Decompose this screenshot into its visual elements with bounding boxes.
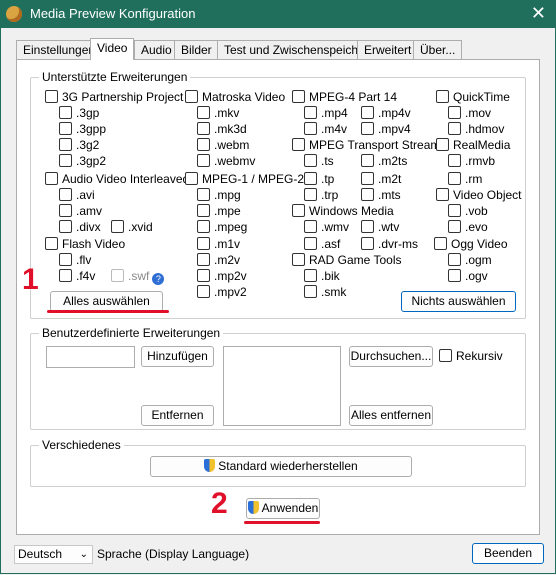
checkbox-matroska-group[interactable]: Matroska Video bbox=[185, 90, 285, 106]
checkbox-mp2v[interactable]: .mp2v bbox=[197, 269, 247, 285]
checkbox-ogv[interactable]: .ogv bbox=[448, 269, 488, 285]
language-label: Sprache (Display Language) bbox=[97, 547, 250, 561]
tab-ueber[interactable]: Über... bbox=[413, 40, 463, 59]
checkbox-hdmov[interactable]: .hdmov bbox=[448, 122, 504, 138]
checkbox-3gp-project[interactable]: 3G Partnership Project bbox=[45, 90, 183, 106]
restore-defaults-button[interactable]: Standard wiederherstellen bbox=[150, 456, 412, 477]
checkbox-3gpp[interactable]: .3gpp bbox=[59, 122, 106, 138]
checkbox-mts[interactable]: .mts bbox=[361, 188, 401, 204]
misc-title: Verschiedenes bbox=[39, 438, 124, 452]
remove-button[interactable]: Entfernen bbox=[141, 405, 214, 426]
checkbox-quicktime-group[interactable]: QuickTime bbox=[436, 90, 510, 106]
uac-shield-icon bbox=[204, 459, 216, 472]
checkbox-rmvb[interactable]: .rmvb bbox=[448, 154, 495, 170]
tab-test[interactable]: Test und Zwischenspeicher bbox=[217, 40, 376, 59]
checkbox-amv[interactable]: .amv bbox=[59, 204, 102, 220]
checkbox-m2v[interactable]: .m2v bbox=[197, 253, 240, 269]
checkbox-mk3d[interactable]: .mk3d bbox=[197, 122, 247, 138]
browse-button[interactable]: Durchsuchen... bbox=[349, 346, 433, 367]
annotation-underline-one bbox=[47, 310, 169, 313]
checkbox-mpeg[interactable]: .mpeg bbox=[197, 220, 247, 236]
checkbox-wmv[interactable]: .wmv bbox=[304, 220, 349, 236]
close-icon[interactable]: ✕ bbox=[531, 3, 546, 24]
checkbox-evo[interactable]: .evo bbox=[448, 220, 488, 236]
checkbox-realmedia-group[interactable]: RealMedia bbox=[436, 138, 510, 154]
annotation-two: 2 bbox=[211, 487, 228, 520]
checkbox-m2ts[interactable]: .m2ts bbox=[361, 154, 407, 170]
close-button[interactable]: Beenden bbox=[472, 543, 544, 564]
checkbox-mpeg4-group[interactable]: MPEG-4 Part 14 bbox=[292, 90, 397, 106]
checkbox-webmv[interactable]: .webmv bbox=[197, 154, 255, 170]
title-bar: Media Preview Konfiguration ✕ bbox=[0, 0, 556, 28]
checkbox-mpv4[interactable]: .mpv4 bbox=[361, 122, 411, 138]
supported-extensions-title: Unterstützte Erweiterungen bbox=[39, 70, 191, 84]
misc-group: Verschiedenes Standard wiederherstellen bbox=[30, 438, 526, 487]
checkbox-rm[interactable]: .rm bbox=[448, 172, 482, 188]
custom-extensions-group: Benutzerdefinierte Erweiterungen Hinzufü… bbox=[30, 326, 526, 430]
checkbox-smk[interactable]: .smk bbox=[304, 285, 346, 301]
video-tab-panel: Unterstützte Erweiterungen 3G Partnershi… bbox=[16, 59, 540, 535]
checkbox-m2t[interactable]: .m2t bbox=[361, 172, 401, 188]
checkbox-m4v[interactable]: .m4v bbox=[304, 122, 347, 138]
checkbox-ogg-group[interactable]: Ogg Video bbox=[434, 237, 508, 253]
checkbox-mpv2[interactable]: .mpv2 bbox=[197, 285, 247, 301]
chevron-down-icon: ⌄ bbox=[79, 549, 88, 560]
add-button[interactable]: Hinzufügen bbox=[141, 346, 214, 367]
checkbox-3g2[interactable]: .3g2 bbox=[59, 138, 99, 154]
select-all-button[interactable]: Alles auswählen bbox=[50, 291, 163, 312]
window-title: Media Preview Konfiguration bbox=[30, 6, 196, 21]
checkbox-mov[interactable]: .mov bbox=[448, 106, 491, 122]
checkbox-webm[interactable]: .webm bbox=[197, 138, 249, 154]
checkbox-mp4[interactable]: .mp4 bbox=[304, 106, 348, 122]
checkbox-mpg[interactable]: .mpg bbox=[197, 188, 241, 204]
uac-shield-icon bbox=[247, 501, 259, 514]
checkbox-video-object-group[interactable]: Video Object bbox=[436, 188, 522, 204]
checkbox-dvr-ms[interactable]: .dvr-ms bbox=[361, 237, 418, 253]
checkbox-ts[interactable]: .ts bbox=[304, 154, 334, 170]
checkbox-f4v[interactable]: .f4v bbox=[59, 269, 95, 285]
extension-input[interactable] bbox=[46, 346, 135, 368]
checkbox-ogm[interactable]: .ogm bbox=[448, 253, 492, 269]
checkbox-wtv[interactable]: .wtv bbox=[361, 220, 399, 236]
checkbox-flash-group[interactable]: Flash Video bbox=[45, 237, 125, 253]
checkbox-tp[interactable]: .tp bbox=[304, 172, 334, 188]
checkbox-swf: .swf? bbox=[111, 269, 165, 285]
checkbox-m1v[interactable]: .m1v bbox=[197, 237, 240, 253]
select-none-button[interactable]: Nichts auswählen bbox=[401, 291, 516, 312]
tab-bilder[interactable]: Bilder bbox=[174, 40, 219, 59]
checkbox-recursive[interactable]: Rekursiv bbox=[439, 349, 503, 365]
checkbox-avi[interactable]: .avi bbox=[59, 188, 95, 204]
checkbox-ts-group[interactable]: MPEG Transport Stream bbox=[292, 138, 440, 154]
checkbox-mkv[interactable]: .mkv bbox=[197, 106, 239, 122]
checkbox-mpeg12-group[interactable]: MPEG-1 / MPEG-2 bbox=[185, 172, 304, 188]
checkbox-flv[interactable]: .flv bbox=[59, 253, 91, 269]
app-icon bbox=[6, 6, 22, 22]
checkbox-asf[interactable]: .asf bbox=[304, 237, 340, 253]
help-icon[interactable]: ? bbox=[152, 273, 165, 285]
supported-extensions-group: Unterstützte Erweiterungen 3G Partnershi… bbox=[30, 70, 526, 319]
remove-all-button[interactable]: Alles entfernen bbox=[349, 405, 433, 426]
checkbox-wm-group[interactable]: Windows Media bbox=[292, 204, 394, 220]
language-select[interactable]: Deutsch ⌄ bbox=[14, 545, 93, 564]
custom-extensions-title: Benutzerdefinierte Erweiterungen bbox=[39, 326, 224, 340]
tab-audio[interactable]: Audio bbox=[134, 40, 179, 59]
custom-extensions-list[interactable] bbox=[223, 346, 341, 426]
checkbox-bik[interactable]: .bik bbox=[304, 269, 340, 285]
tab-erweitert[interactable]: Erweitert bbox=[357, 40, 419, 59]
checkbox-trp[interactable]: .trp bbox=[304, 188, 338, 204]
apply-button[interactable]: Anwenden bbox=[246, 498, 320, 519]
checkbox-rad-group[interactable]: RAD Game Tools bbox=[292, 253, 401, 269]
checkbox-mp4v[interactable]: .mp4v bbox=[361, 106, 411, 122]
checkbox-divx[interactable]: .divx bbox=[59, 220, 101, 236]
checkbox-xvid[interactable]: .xvid bbox=[111, 220, 153, 236]
annotation-underline-two bbox=[244, 521, 320, 524]
tab-video[interactable]: Video bbox=[90, 38, 135, 60]
checkbox-3gp2[interactable]: .3gp2 bbox=[59, 154, 106, 170]
checkbox-3gp[interactable]: .3gp bbox=[59, 106, 99, 122]
checkbox-mpe[interactable]: .mpe bbox=[197, 204, 241, 220]
checkbox-avi-group[interactable]: Audio Video Interleaved bbox=[45, 172, 189, 188]
annotation-one: 1 bbox=[22, 263, 39, 296]
checkbox-vob[interactable]: .vob bbox=[448, 204, 488, 220]
